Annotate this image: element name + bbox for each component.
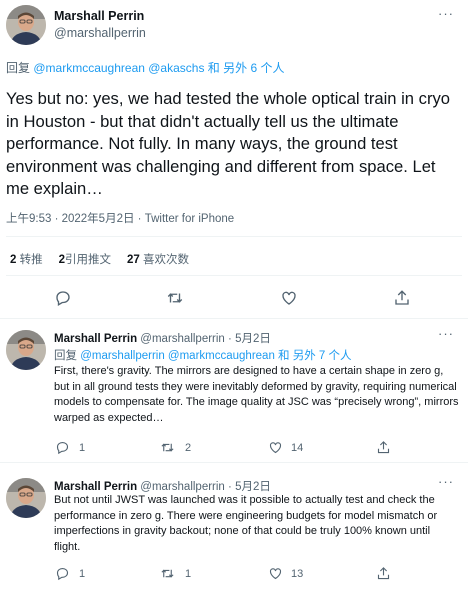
author-name[interactable]: Marshall Perrin bbox=[54, 481, 137, 493]
reply-header: Marshall Perrin @marshallperrin · 5月2日 bbox=[54, 478, 271, 494]
quotes-stat[interactable]: 2引用推文 bbox=[59, 251, 111, 267]
reply-mentions[interactable]: @markmccaughrean @akaschs bbox=[33, 61, 204, 75]
author-handle[interactable]: @marshallperrin bbox=[140, 481, 225, 493]
tweet-stats: 2 转推 2引用推文 27 喜欢次数 bbox=[10, 251, 189, 267]
author-name[interactable]: Marshall Perrin bbox=[54, 333, 137, 345]
retweet-count: 2 bbox=[185, 442, 192, 454]
divider bbox=[0, 462, 468, 463]
divider bbox=[0, 318, 468, 319]
share-icon[interactable] bbox=[376, 440, 391, 455]
likes-stat[interactable]: 27 喜欢次数 bbox=[127, 251, 189, 267]
reply-context: 回复 @markmccaughrean @akaschs 和 另外 6 个人 bbox=[6, 59, 284, 76]
like-icon[interactable] bbox=[268, 440, 283, 455]
reply-icon[interactable] bbox=[55, 566, 70, 581]
more-options-icon[interactable]: ··· bbox=[438, 6, 454, 21]
author-avatar[interactable] bbox=[6, 330, 46, 370]
reply-icon[interactable] bbox=[55, 440, 70, 455]
like-count: 14 bbox=[291, 442, 304, 454]
reply-count: 1 bbox=[79, 568, 86, 580]
reply-header: Marshall Perrin @marshallperrin · 5月2日 bbox=[54, 330, 271, 346]
reply-icon[interactable] bbox=[54, 289, 72, 307]
quotes-label: 引用推文 bbox=[65, 254, 112, 266]
main-tweet: Marshall Perrin @marshallperrin ··· 回复 @… bbox=[0, 0, 468, 318]
share-icon[interactable] bbox=[376, 566, 391, 581]
dot-separator: · bbox=[228, 481, 232, 493]
share-icon[interactable] bbox=[393, 289, 411, 307]
more-options-icon[interactable]: ··· bbox=[438, 326, 454, 341]
divider bbox=[6, 275, 462, 276]
author-avatar[interactable] bbox=[6, 5, 46, 45]
reply-prefix: 回复 bbox=[6, 61, 31, 75]
author-name[interactable]: Marshall Perrin bbox=[54, 9, 144, 23]
like-icon[interactable] bbox=[268, 566, 283, 581]
reply-tweet[interactable]: Marshall Perrin @marshallperrin · 5月2日 ·… bbox=[0, 470, 468, 591]
likes-label: 喜欢次数 bbox=[143, 254, 190, 266]
retweet-count: 1 bbox=[185, 568, 192, 580]
dot-separator: · bbox=[228, 333, 232, 345]
reply-text: First, there's gravity. The mirrors are … bbox=[54, 365, 459, 425]
tweet-text: Yes but no: yes, we had tested the whole… bbox=[6, 89, 450, 198]
likes-count: 27 bbox=[127, 254, 140, 266]
author-handle[interactable]: @marshallperrin bbox=[140, 333, 225, 345]
reply-tweet[interactable]: Marshall Perrin @marshallperrin · 5月2日 ·… bbox=[0, 322, 468, 462]
retweets-stat[interactable]: 2 转推 bbox=[10, 251, 43, 267]
retweet-icon[interactable] bbox=[166, 289, 184, 307]
author-handle[interactable]: @marshallperrin bbox=[54, 26, 146, 40]
author-avatar[interactable] bbox=[6, 478, 46, 518]
reply-count: 1 bbox=[79, 442, 86, 454]
tweet-actions bbox=[0, 286, 468, 310]
like-count: 13 bbox=[291, 568, 304, 580]
like-icon[interactable] bbox=[280, 289, 298, 307]
reply-others-link[interactable]: 和 另外 6 个人 bbox=[208, 61, 285, 75]
reply-prefix: 回复 bbox=[54, 350, 77, 362]
retweets-label: 转推 bbox=[19, 254, 43, 266]
reply-actions: 1 2 14 bbox=[0, 440, 468, 460]
reply-mentions[interactable]: @marshallperrin @markmccaughrean bbox=[80, 350, 275, 362]
reply-date[interactable]: 5月2日 bbox=[235, 333, 271, 345]
divider bbox=[6, 236, 462, 237]
reply-others-link[interactable]: 和 另外 7 个人 bbox=[278, 350, 351, 362]
retweets-count: 2 bbox=[10, 254, 17, 266]
reply-date[interactable]: 5月2日 bbox=[235, 481, 271, 493]
more-options-icon[interactable]: ··· bbox=[438, 474, 454, 489]
reply-text: But not until JWST was launched was it p… bbox=[54, 494, 438, 554]
reply-actions: 1 1 13 bbox=[0, 566, 468, 586]
retweet-icon[interactable] bbox=[160, 566, 175, 581]
reply-context: 回复 @marshallperrin @markmccaughrean 和 另外… bbox=[54, 347, 352, 363]
tweet-timestamp[interactable]: 上午9:53 · 2022年5月2日 · Twitter for iPhone bbox=[6, 210, 234, 226]
retweet-icon[interactable] bbox=[160, 440, 175, 455]
